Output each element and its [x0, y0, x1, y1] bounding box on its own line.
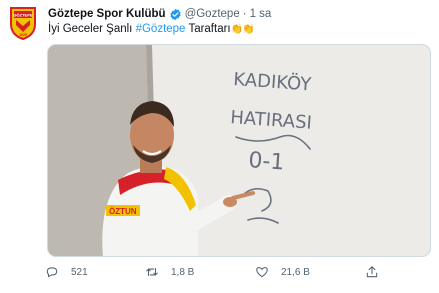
- like-count: 21,6 B: [281, 266, 310, 278]
- separator-dot: ·: [242, 8, 247, 20]
- author-handle[interactable]: @Goztepe: [185, 8, 240, 20]
- retweet-button[interactable]: 1,8 B: [145, 265, 255, 279]
- clapping-hands-emoji: 👏👏: [230, 24, 255, 35]
- tweet-media-photo[interactable]: KADIKÖY HATIRASI 0-1 ÖZTUN: [47, 44, 431, 257]
- board-text-line: 0-1: [248, 148, 286, 175]
- tweet-header: Göztepe Spor Kulübü @Goztepe · 1 sa: [48, 6, 431, 22]
- tweet-text-part: İyi Geceler Şanlı: [48, 23, 136, 35]
- avatar[interactable]: GÖZTEPE 1925: [9, 6, 37, 41]
- reply-count: 521: [71, 266, 88, 278]
- tweet-timestamp[interactable]: 1 sa: [250, 8, 272, 20]
- hashtag-link[interactable]: #Göztepe: [136, 23, 186, 35]
- like-button[interactable]: 21,6 B: [255, 265, 365, 279]
- svg-text:GÖZTEPE: GÖZTEPE: [13, 13, 32, 18]
- retweet-icon: [146, 267, 158, 277]
- verified-badge-icon: [169, 8, 182, 21]
- tweet-actions: 521 1,8 B 21,6 B: [45, 263, 431, 281]
- heart-icon: [256, 267, 268, 278]
- reply-icon: [46, 267, 58, 278]
- share-icon: [366, 266, 378, 278]
- jersey-sponsor-text: ÖZTUN: [109, 207, 137, 216]
- goztepe-logo-icon: GÖZTEPE 1925: [10, 7, 36, 41]
- photo-scene: KADIKÖY HATIRASI 0-1 ÖZTUN: [48, 45, 430, 256]
- tweet-text: İyi Geceler Şanlı #Göztepe Taraftarı👏👏: [48, 23, 431, 35]
- retweet-count: 1,8 B: [171, 266, 195, 278]
- svg-text:1925: 1925: [19, 33, 27, 37]
- tweet-text-part: Taraftarı: [185, 23, 231, 35]
- share-button[interactable]: [365, 265, 391, 279]
- author-name[interactable]: Göztepe Spor Kulübü: [48, 8, 166, 20]
- reply-button[interactable]: 521: [45, 265, 145, 279]
